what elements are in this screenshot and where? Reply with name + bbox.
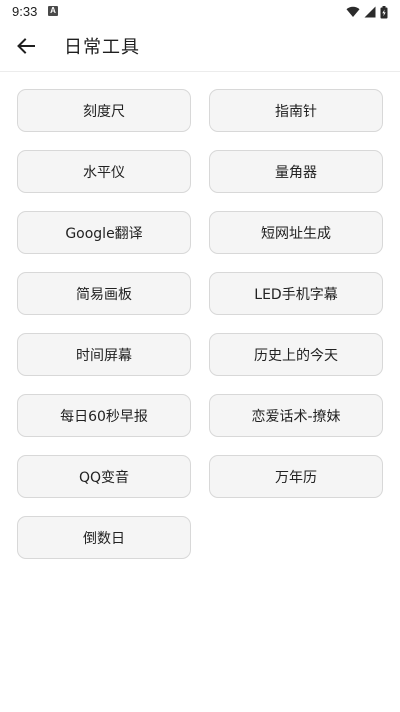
tool-grid: 刻度尺 指南针 水平仪 量角器 Google翻译 短网址生成 简易画板 LED手… xyxy=(17,89,383,559)
status-icons xyxy=(346,5,388,19)
tool-button-google-translate[interactable]: Google翻译 xyxy=(17,211,191,254)
tool-button-perpetual-calendar[interactable]: 万年历 xyxy=(209,455,383,498)
page-title: 日常工具 xyxy=(64,37,140,58)
signal-icon xyxy=(364,6,376,18)
tool-button-drawing-board[interactable]: 简易画板 xyxy=(17,272,191,315)
tool-button-daily-60s-news[interactable]: 每日60秒早报 xyxy=(17,394,191,437)
status-time: 9:33 xyxy=(12,4,38,19)
status-bar: 9:33 A xyxy=(0,0,400,24)
tool-button-time-screen[interactable]: 时间屏幕 xyxy=(17,333,191,376)
wifi-icon xyxy=(346,6,360,18)
tool-button-protractor[interactable]: 量角器 xyxy=(209,150,383,193)
tool-button-today-in-history[interactable]: 历史上的今天 xyxy=(209,333,383,376)
tool-button-led-subtitle[interactable]: LED手机字幕 xyxy=(209,272,383,315)
tool-button-qq-voice-changer[interactable]: QQ变音 xyxy=(17,455,191,498)
tool-button-countdown-days[interactable]: 倒数日 xyxy=(17,516,191,559)
tool-button-ruler[interactable]: 刻度尺 xyxy=(17,89,191,132)
screen: 9:33 A 日常工具 刻度尺 指南针 水平仪 量角器 Google翻译 短网址… xyxy=(0,0,400,712)
app-bar: 日常工具 xyxy=(0,24,400,72)
tool-button-short-url[interactable]: 短网址生成 xyxy=(209,211,383,254)
arrow-left-icon xyxy=(17,38,35,58)
tool-button-compass[interactable]: 指南针 xyxy=(209,89,383,132)
tool-button-love-talk[interactable]: 恋爱话术-撩妹 xyxy=(209,394,383,437)
a-icon: A xyxy=(48,6,58,16)
battery-icon xyxy=(380,5,388,19)
back-button[interactable] xyxy=(8,30,44,66)
tool-button-level[interactable]: 水平仪 xyxy=(17,150,191,193)
